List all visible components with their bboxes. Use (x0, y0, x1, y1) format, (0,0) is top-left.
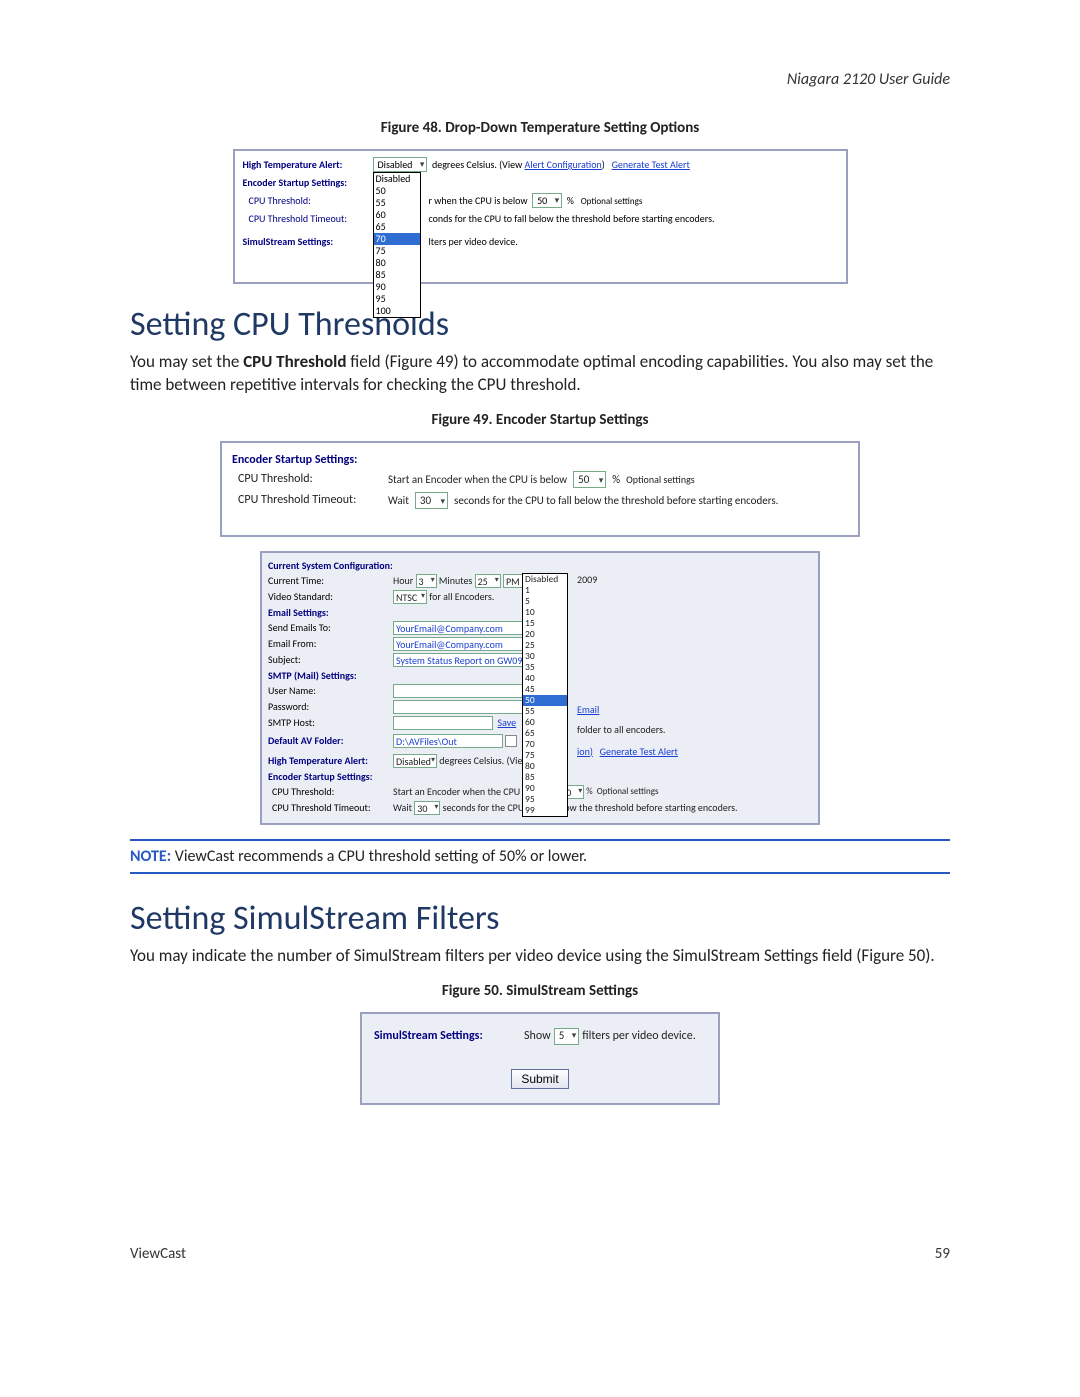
txt: Start an Encoder when the CPU is below (388, 473, 567, 486)
link-alert-config[interactable]: Alert Configuration (524, 158, 601, 171)
link-gen-test[interactable]: Generate Test Alert (600, 745, 678, 758)
submit-button[interactable]: Submit (511, 1069, 568, 1089)
link-generate-test-alert[interactable]: Generate Test Alert (612, 158, 690, 171)
txt: degrees Celsius. (View (432, 158, 522, 171)
heading-cpu-thresholds: Setting CPU Thresholds (130, 304, 950, 345)
label-ess: Encoder Startup Settings: (268, 770, 393, 783)
label-av-folder: Default AV Folder: (268, 734, 393, 747)
label-high-temp-alert: High Temperature Alert: (243, 158, 373, 171)
filters-select[interactable]: 5 (554, 1028, 580, 1045)
fig49b-panel: Disabled 1 5 10 15 20 25 30 35 40 45 50 … (260, 551, 820, 825)
input-smtp-host[interactable] (393, 716, 493, 730)
label-video-standard: Video Standard: (268, 590, 393, 603)
link-save[interactable]: Save (498, 716, 517, 729)
label-cpu-threshold: CPU Threshold: (232, 472, 382, 486)
input-email-from[interactable]: YourEmail@Company.com (393, 637, 523, 651)
txt: Minutes (439, 574, 472, 587)
input-username[interactable] (393, 684, 523, 698)
txt: r when the CPU is below (429, 194, 528, 207)
label-ess: Encoder Startup Settings: (232, 453, 382, 467)
temp-dropdown-list[interactable]: Disabled 50 55 60 65 70 75 80 85 90 95 1… (373, 172, 421, 318)
fig48-caption: Figure 48. Drop-Down Temperature Setting… (130, 119, 950, 137)
link-email[interactable]: Email (577, 703, 599, 716)
txt: % (567, 194, 574, 207)
txt: degrees Celsius. (View (439, 754, 529, 767)
minute-select[interactable]: 25 (475, 574, 501, 588)
label-send-to: Send Emails To: (268, 621, 393, 634)
txt: Show (524, 1029, 551, 1043)
opt[interactable]: 100 (374, 305, 420, 317)
doc-title: Niagara 2120 User Guide (130, 70, 950, 89)
heading-simulstream-filters: Setting SimulStream Filters (130, 898, 950, 939)
note-label: NOTE: (130, 847, 171, 866)
timeout-select[interactable]: 30 (415, 492, 448, 509)
fig49a-panel: Encoder Startup Settings: CPU Threshold:… (220, 441, 860, 537)
label-encoder-startup: Encoder Startup Settings: (243, 176, 373, 189)
fig50-caption: Figure 50. SimulStream Settings (130, 982, 950, 1000)
txt: Optional settings (581, 196, 643, 207)
label-simulstream: SimulStream Settings: (243, 235, 373, 248)
video-standard-select[interactable]: NTSC (393, 590, 427, 604)
input-send-to[interactable]: YourEmail@Company.com (393, 621, 523, 635)
browse-icon[interactable] (505, 735, 517, 747)
fig50-panel: SimulStream Settings: Show 5 filters per… (360, 1012, 720, 1105)
txt: % (612, 473, 620, 486)
label-simulstream-settings: SimulStream Settings: (374, 1029, 524, 1043)
txt: Hour (393, 574, 413, 587)
fig49-caption: Figure 49. Encoder Startup Settings (130, 411, 950, 429)
txt-year: 2009 (577, 573, 597, 586)
label-cpu-threshold: CPU Threshold: (243, 194, 373, 207)
label-cpu-threshold-timeout: CPU Threshold Timeout: (243, 212, 373, 225)
label-password: Password: (268, 700, 393, 713)
para-cpu-thresholds: You may set the CPU Threshold field (Fig… (130, 351, 950, 397)
cpu-threshold-select[interactable]: 50 (573, 471, 606, 488)
fig48-panel: High Temperature Alert: Disabled Disable… (233, 149, 848, 284)
label-cpu-threshold-timeout: CPU Threshold Timeout: (268, 801, 393, 814)
cpu-threshold-select[interactable]: 50 (532, 193, 562, 208)
txt: Optional settings (597, 786, 659, 797)
label-subject: Subject: (268, 653, 393, 666)
note-block: NOTE: ViewCast recommends a CPU threshol… (130, 839, 950, 874)
input-password[interactable] (393, 700, 523, 714)
timeout-select[interactable]: 30 (414, 801, 440, 815)
note-text: ViewCast recommends a CPU threshold sett… (171, 847, 587, 866)
footer-right: 59 (935, 1245, 950, 1263)
opt[interactable]: 99 (523, 805, 567, 816)
label-smtp-settings: SMTP (Mail) Settings: (268, 669, 393, 682)
txt: lters per video device. (373, 235, 838, 248)
txt: seconds for the CPU to fall below the th… (454, 494, 778, 507)
label-email-settings: Email Settings: (268, 606, 393, 619)
label-current-time: Current Time: (268, 574, 393, 587)
txt: seconds for the CPU to fall below the th… (443, 801, 738, 814)
label-sys-config: Current System Configuration: (268, 559, 393, 572)
label-cpu-threshold-timeout: CPU Threshold Timeout: (232, 493, 382, 507)
input-av-folder[interactable]: D:\AVFiles\Out (393, 734, 503, 748)
para-simulstream: You may indicate the number of SimulStre… (130, 945, 950, 968)
txt: folder to all encoders. (577, 723, 665, 736)
txt: ) (602, 158, 605, 171)
txt: Wait (388, 494, 409, 507)
temp-dropdown[interactable]: Disabled (373, 157, 428, 172)
label-cpu-threshold: CPU Threshold: (268, 785, 393, 798)
hta-select[interactable]: Disabled (393, 754, 437, 768)
dropdown-list[interactable]: Disabled 1 5 10 15 20 25 30 35 40 45 50 … (522, 573, 568, 817)
txt: for all Encoders. (429, 590, 494, 603)
label-high-temp-alert: High Temperature Alert: (268, 754, 393, 767)
txt: filters per video device. (582, 1029, 695, 1043)
label-username: User Name: (268, 684, 393, 697)
txt: Optional settings (626, 473, 695, 486)
txt: conds for the CPU to fall below the thre… (373, 212, 838, 225)
footer-left: ViewCast (130, 1245, 186, 1263)
txt: Wait (393, 801, 412, 814)
link-ion[interactable]: ion) (577, 745, 593, 758)
label-smtp-host: SMTP Host: (268, 716, 393, 729)
label-email-from: Email From: (268, 637, 393, 650)
hour-select[interactable]: 3 (416, 574, 437, 588)
